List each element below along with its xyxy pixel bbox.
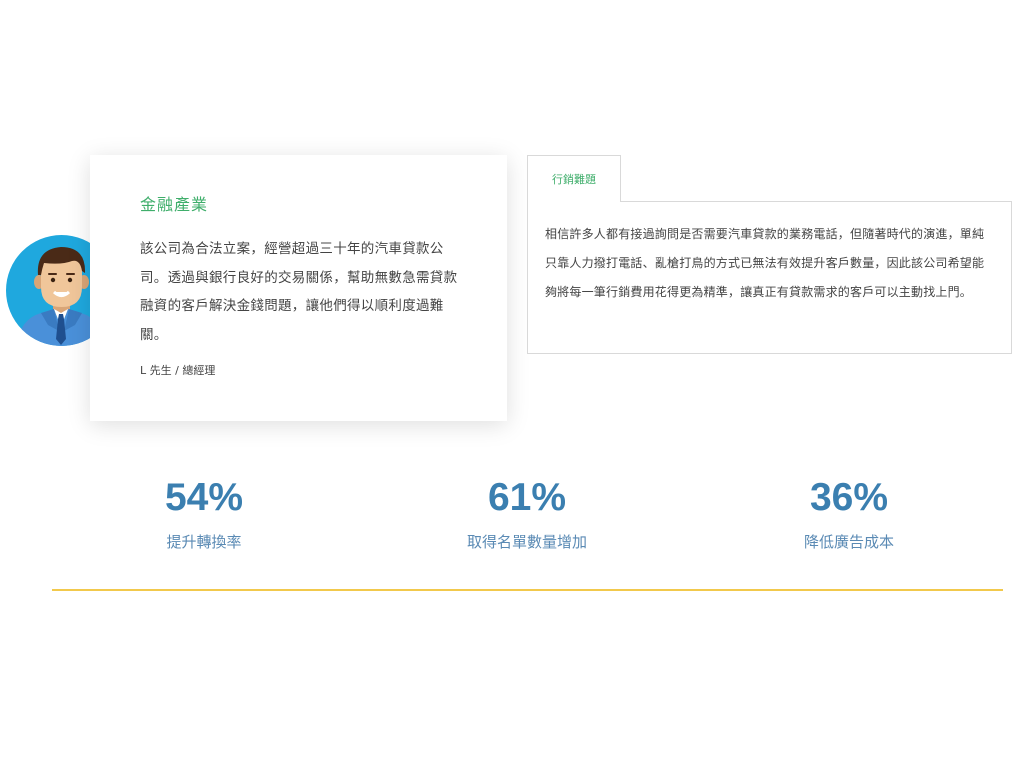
case-description: 該公司為合法立案，經營超過三十年的汽車貸款公司。透過與銀行良好的交易關係，幫助無… (140, 241, 458, 343)
tab-marketing-challenge[interactable]: 行銷難題 (527, 155, 621, 202)
tab-panel-text: 相信許多人都有接過詢問是否需要汽車貸款的業務電話，但隨著時代的演進，單純只靠人力… (545, 227, 985, 299)
stat-value: 36% (809, 476, 889, 519)
divider-line (52, 589, 1003, 591)
industry-title: 金融產業 (140, 195, 209, 214)
stat-ad-cost: 36% 降低廣告成本 (719, 475, 979, 552)
stat-value: 54% (164, 476, 244, 519)
client-name: L 先生 / 總經理 (140, 364, 216, 377)
case-study-section: 金融產業 該公司為合法立案，經營超過三十年的汽車貸款公司。透過與銀行良好的交易關… (0, 0, 1024, 768)
stat-label: 取得名單數量增加 (466, 533, 587, 551)
stat-conversion: 54% 提升轉換率 (74, 475, 334, 552)
tab-panel: 相信許多人都有接過詢問是否需要汽車貸款的業務電話，但隨著時代的演進，單純只靠人力… (527, 201, 1012, 354)
stat-leads: 61% 取得名單數量增加 (397, 475, 657, 552)
stat-label: 降低廣告成本 (803, 533, 894, 551)
case-card: 金融產業 該公司為合法立案，經營超過三十年的汽車貸款公司。透過與銀行良好的交易關… (90, 155, 507, 421)
stat-value: 61% (487, 476, 567, 519)
stat-label: 提升轉換率 (166, 533, 242, 551)
